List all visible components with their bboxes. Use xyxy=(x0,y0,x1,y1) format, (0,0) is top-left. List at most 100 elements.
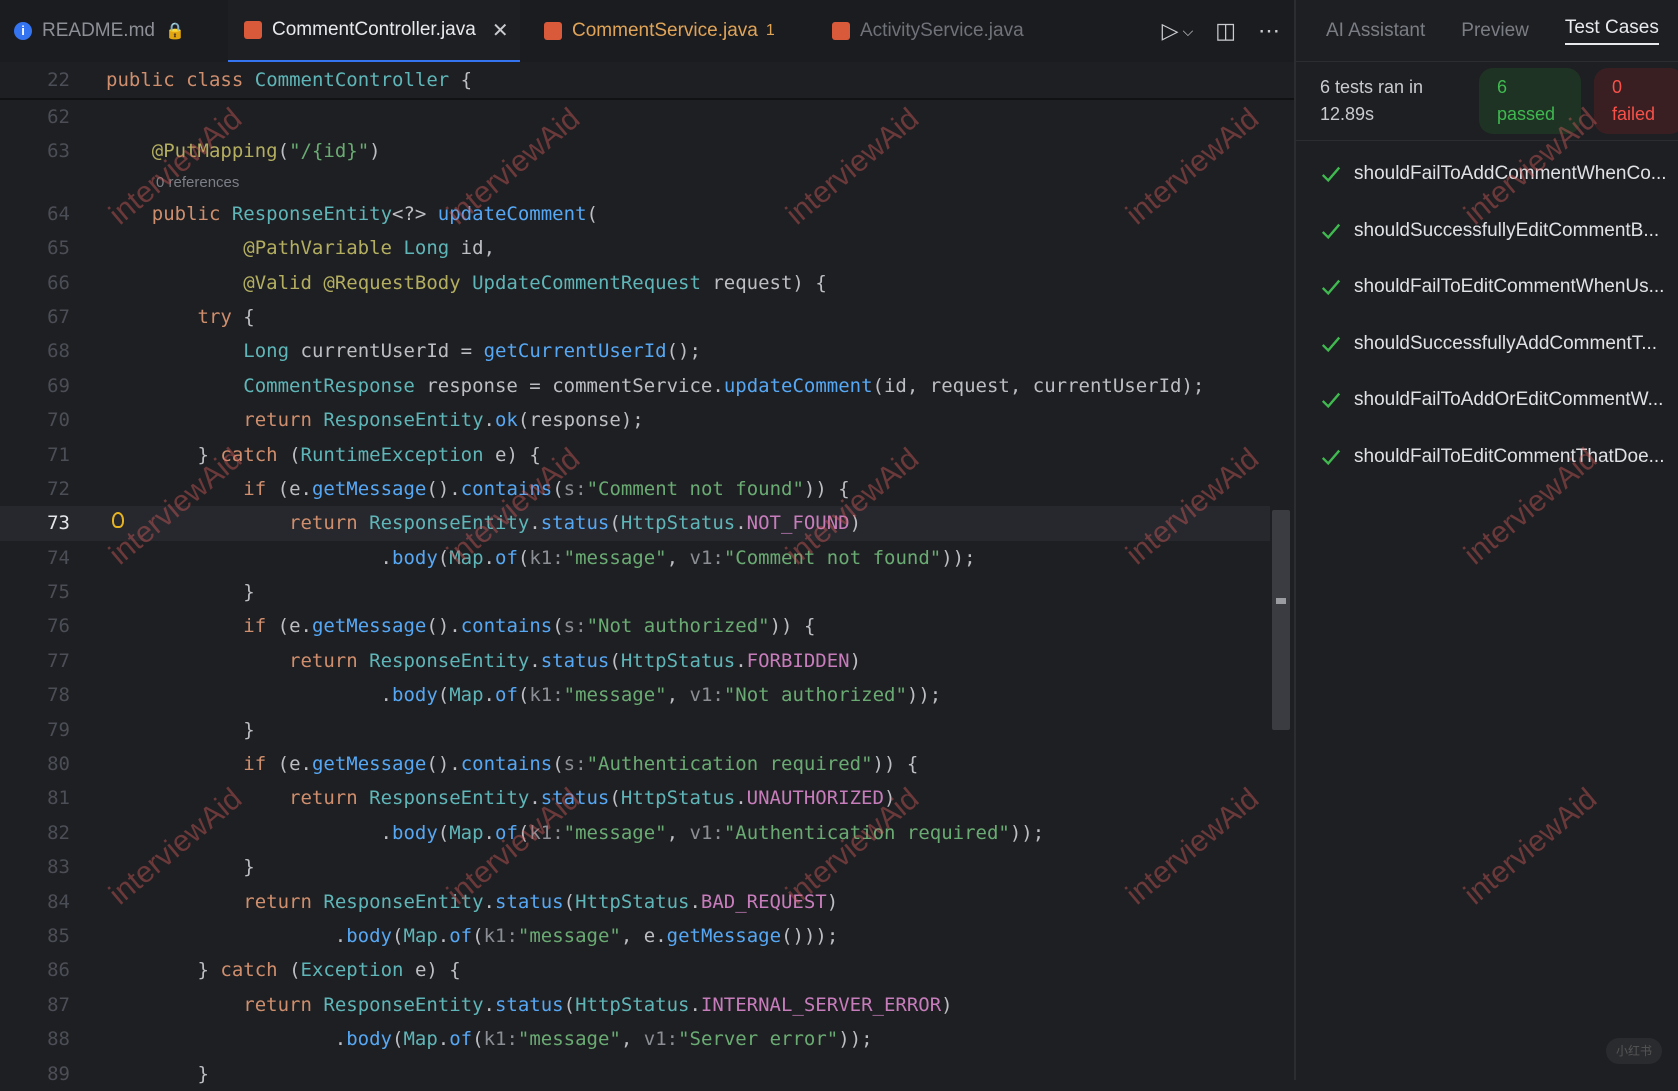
code-line[interactable]: 75 } xyxy=(0,575,1270,609)
info-icon: i xyxy=(14,22,32,40)
code-text: } catch (RuntimeException e) { xyxy=(197,443,541,466)
tab-test-cases[interactable]: Test Cases xyxy=(1564,17,1659,45)
check-icon xyxy=(1321,167,1341,183)
usages-hint[interactable]: 0 references xyxy=(0,169,1270,197)
line-number: 76 xyxy=(47,615,70,638)
side-panel: AI Assistant Preview Test Cases 6 tests … xyxy=(1294,0,1678,1080)
test-case-item[interactable]: shouldFailToEditCommentThatDoe... xyxy=(1296,429,1678,486)
tab-ai-assistant[interactable]: AI Assistant xyxy=(1326,20,1425,42)
check-icon xyxy=(1321,223,1341,239)
code-line[interactable]: 86 } catch (Exception e) { xyxy=(0,953,1270,987)
line-number: 79 xyxy=(47,718,70,741)
test-summary: 6 tests ran in 12.89s 6 passed 0 failed xyxy=(1296,62,1678,141)
code-line[interactable]: 80 if (e.getMessage().contains(s:"Authen… xyxy=(0,747,1270,781)
code-line[interactable]: 77 return ResponseEntity.status(HttpStat… xyxy=(0,644,1270,678)
line-number: 88 xyxy=(47,1028,70,1051)
line-number: 69 xyxy=(47,374,70,397)
code-text: } xyxy=(243,581,255,604)
test-case-item[interactable]: shouldSuccessfullyAddCommentT... xyxy=(1296,316,1678,373)
code-text: return ResponseEntity.status(HttpStatus.… xyxy=(289,649,862,672)
check-icon xyxy=(1321,336,1341,352)
tab-comment-controller[interactable]: CommentController.java ✕ xyxy=(228,0,520,62)
java-file-icon xyxy=(544,22,562,40)
tab-label: README.md xyxy=(42,20,155,41)
failed-label: failed xyxy=(1612,104,1656,124)
code-line[interactable]: 67 try { xyxy=(0,300,1270,334)
code-line[interactable]: 65 @PathVariable Long id, xyxy=(0,231,1270,265)
code-text: return ResponseEntity.status(HttpStatus.… xyxy=(243,993,953,1016)
code-text: } xyxy=(197,1062,209,1085)
code-line[interactable]: 74 .body(Map.of(k1:"message", v1:"Commen… xyxy=(0,541,1270,575)
line-number: 75 xyxy=(47,581,70,604)
code-line[interactable]: 73 return ResponseEntity.status(HttpStat… xyxy=(0,506,1270,541)
tab-readme[interactable]: i README.md 🔒 xyxy=(14,0,185,62)
line-number: 62 xyxy=(47,106,70,128)
code-text: @PutMapping("/{id}") xyxy=(151,140,381,163)
code-text: .body(Map.of(k1:"message", v1:"Not autho… xyxy=(380,684,942,707)
tab-preview[interactable]: Preview xyxy=(1461,20,1529,42)
code-line[interactable]: 76 if (e.getMessage().contains(s:"Not au… xyxy=(0,609,1270,643)
code-text: } catch (Exception e) { xyxy=(197,959,461,982)
code-line[interactable]: 84 return ResponseEntity.status(HttpStat… xyxy=(0,885,1270,919)
failed-count: 0 xyxy=(1612,77,1623,97)
code-text: @Valid @RequestBody UpdateCommentRequest… xyxy=(243,271,827,294)
code-line[interactable]: 68 Long currentUserId = getCurrentUserId… xyxy=(0,334,1270,368)
line-number: 66 xyxy=(47,271,70,294)
failed-badge: 0 failed xyxy=(1594,68,1678,134)
code-line[interactable]: 79 } xyxy=(0,713,1270,747)
code-line[interactable]: 63 @PutMapping("/{id}") xyxy=(0,134,1270,168)
code-line[interactable]: 62 xyxy=(0,100,1270,134)
code-text: return ResponseEntity.ok(response); xyxy=(243,409,644,432)
code-line[interactable]: 88 .body(Map.of(k1:"message", v1:"Server… xyxy=(0,1022,1270,1056)
run-icon[interactable]: ▷ xyxy=(1162,18,1179,44)
code-text: .body(Map.of(k1:"message", e.getMessage(… xyxy=(334,924,839,947)
code-text: if (e.getMessage().contains(s:"Authentic… xyxy=(243,753,919,776)
test-case-item[interactable]: shouldFailToAddCommentWhenCo... xyxy=(1296,146,1678,203)
tab-comment-service[interactable]: CommentService.java 1 xyxy=(544,0,775,62)
scrollbar[interactable] xyxy=(1272,510,1290,730)
split-editor-icon[interactable]: ◫ xyxy=(1215,18,1236,44)
code-text: try { xyxy=(197,305,255,328)
code-line[interactable]: 87 return ResponseEntity.status(HttpStat… xyxy=(0,988,1270,1022)
code-line[interactable]: 81 return ResponseEntity.status(HttpStat… xyxy=(0,781,1270,815)
tab-label: ActivityService.java xyxy=(860,20,1024,41)
code-line[interactable]: 72 if (e.getMessage().contains(s:"Commen… xyxy=(0,472,1270,506)
line-number: 63 xyxy=(47,140,70,163)
tab-activity-service[interactable]: ActivityService.java xyxy=(832,0,1024,62)
passed-count: 6 xyxy=(1497,77,1508,97)
code-line[interactable]: 83 } xyxy=(0,850,1270,884)
code-line[interactable]: 82 .body(Map.of(k1:"message", v1:"Authen… xyxy=(0,816,1270,850)
line-number: 82 xyxy=(47,821,70,844)
line-number: 67 xyxy=(47,305,70,328)
test-case-item[interactable]: shouldFailToAddOrEditCommentW... xyxy=(1296,372,1678,429)
more-icon[interactable]: ⋯ xyxy=(1258,18,1280,44)
test-case-name: shouldSuccessfullyAddCommentT... xyxy=(1354,332,1658,354)
code-line[interactable]: 89 } xyxy=(0,1057,1270,1091)
code-line[interactable]: 71 } catch (RuntimeException e) { xyxy=(0,438,1270,472)
test-case-item[interactable]: shouldSuccessfullyEditCommentB... xyxy=(1296,203,1678,260)
editor-tab-bar: i README.md 🔒 CommentController.java ✕ C… xyxy=(0,0,1294,63)
code-line[interactable]: 85 .body(Map.of(k1:"message", e.getMessa… xyxy=(0,919,1270,953)
line-number: 70 xyxy=(47,409,70,432)
passed-label: passed xyxy=(1497,104,1556,124)
code-line[interactable]: 66 @Valid @RequestBody UpdateCommentRequ… xyxy=(0,266,1270,300)
test-case-item[interactable]: shouldFailToEditCommentWhenUs... xyxy=(1296,259,1678,316)
line-number: 22 xyxy=(47,69,70,91)
code-line[interactable]: 64 public ResponseEntity<?> updateCommen… xyxy=(0,197,1270,231)
code-line[interactable]: 69 CommentResponse response = commentSer… xyxy=(0,369,1270,403)
code-line[interactable]: 78 .body(Map.of(k1:"message", v1:"Not au… xyxy=(0,678,1270,712)
line-number: 73 xyxy=(47,512,70,535)
editor-actions: ▷ ⌵ ◫ ⋯ xyxy=(1162,18,1280,44)
lightbulb-icon[interactable] xyxy=(112,512,124,529)
code-text: } xyxy=(243,718,255,741)
code-area[interactable]: 62 63 @PutMapping("/{id}") 0 references 64 … xyxy=(0,100,1270,1091)
chevron-down-icon[interactable]: ⌵ xyxy=(1183,23,1194,44)
sticky-scroll-header[interactable]: 22 public class CommentController { xyxy=(0,62,1294,100)
code-line[interactable]: 70 return ResponseEntity.ok(response); xyxy=(0,403,1270,437)
check-icon xyxy=(1321,449,1341,465)
line-number: 89 xyxy=(47,1062,70,1085)
test-list: shouldFailToAddCommentWhenCo... shouldSuc… xyxy=(1296,146,1678,485)
code-text: public ResponseEntity<?> updateComment( xyxy=(151,202,598,225)
line-number: 86 xyxy=(47,959,70,982)
close-icon[interactable]: ✕ xyxy=(492,18,509,43)
